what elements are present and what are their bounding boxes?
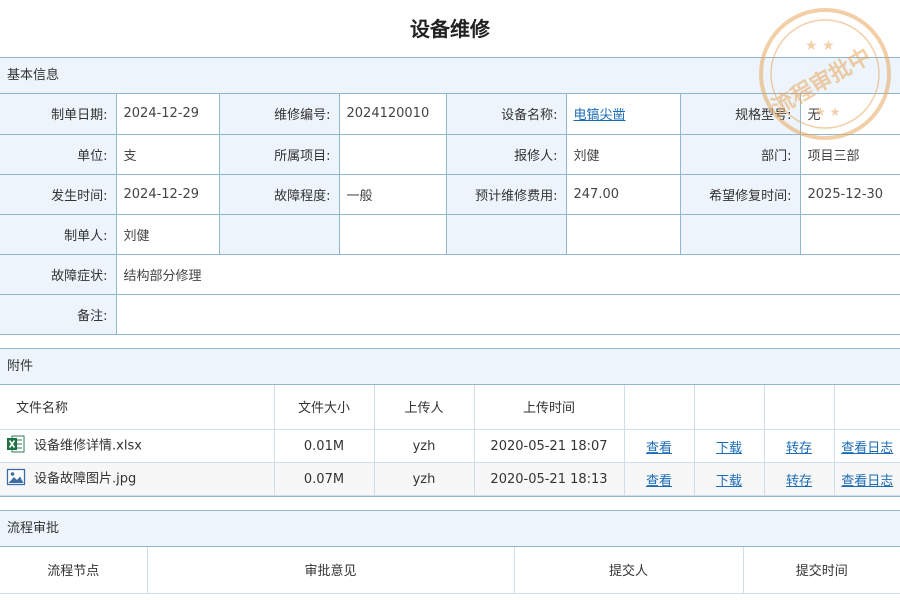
table-row: 设备故障图片.jpg 0.07M yzh 2020-05-21 18:13 查看… <box>0 462 900 496</box>
action-cell: 查看日志 <box>834 429 900 463</box>
model-label: 规格型号: <box>680 94 801 135</box>
basic-info-table: 制单日期: 2024-12-29 维修编号: 2024120010 设备名称: … <box>0 94 900 335</box>
save-link[interactable]: 转存 <box>786 441 812 456</box>
view-log-link[interactable]: 查看日志 <box>841 474 893 489</box>
flow-table: 流程节点 审批意见 提交人 提交时间 <box>0 547 900 594</box>
cost-label: 预计维修费用: <box>446 174 567 215</box>
project-value <box>339 134 447 175</box>
info-row: 备注: <box>0 294 900 335</box>
attachments-header-row: 文件名称 文件大小 上传人 上传时间 <box>0 384 900 430</box>
empty-value-cell <box>566 214 681 255</box>
attachments-table: 文件名称 文件大小 上传人 上传时间 设备维修详情.xlsx 0.01M yzh… <box>0 384 900 496</box>
dept-value: 项目三部 <box>800 134 900 175</box>
col-upload-time: 上传时间 <box>474 384 625 430</box>
section-spacer <box>0 335 900 349</box>
info-row: 故障症状: 结构部分修理 <box>0 254 900 295</box>
unit-value: 支 <box>116 134 220 175</box>
excel-file-icon <box>6 434 26 458</box>
file-size: 0.07M <box>274 462 375 496</box>
col-submitter: 提交人 <box>514 547 744 594</box>
empty-value-cell <box>339 214 447 255</box>
save-link[interactable]: 转存 <box>786 474 812 489</box>
symptom-value: 结构部分修理 <box>116 254 900 295</box>
action-cell: 查看 <box>624 462 695 496</box>
col-uploader: 上传人 <box>374 384 475 430</box>
file-uploader: yzh <box>374 429 475 463</box>
file-name-cell: 设备维修详情.xlsx <box>0 429 275 463</box>
info-row: 制单人: 刘健 <box>0 214 900 255</box>
project-label: 所属项目: <box>219 134 340 175</box>
view-link[interactable]: 查看 <box>646 474 672 489</box>
time-label: 发生时间: <box>0 174 117 215</box>
col-flow-node: 流程节点 <box>0 547 148 594</box>
attachments-header: 附件 <box>0 348 900 385</box>
download-link[interactable]: 下载 <box>716 441 742 456</box>
action-cell: 下载 <box>694 429 765 463</box>
col-action <box>764 384 835 430</box>
symptom-label: 故障症状: <box>0 254 117 295</box>
file-size: 0.01M <box>274 429 375 463</box>
empty-value-cell <box>800 214 900 255</box>
flow-header: 流程审批 <box>0 511 900 547</box>
download-link[interactable]: 下载 <box>716 474 742 489</box>
section-spacer <box>0 497 900 511</box>
model-value: 无 <box>800 94 900 135</box>
col-action <box>834 384 900 430</box>
device-label: 设备名称: <box>446 94 567 135</box>
device-link[interactable]: 电镐尖凿 <box>574 108 626 123</box>
file-uploader: yzh <box>374 462 475 496</box>
reporter-value: 刘健 <box>566 134 681 175</box>
reporter-label: 报修人: <box>446 134 567 175</box>
file-name: 设备故障图片.jpg <box>34 471 137 487</box>
note-value <box>116 294 900 335</box>
info-row: 制单日期: 2024-12-29 维修编号: 2024120010 设备名称: … <box>0 94 900 135</box>
page-title: 设备维修 <box>0 0 900 58</box>
date-value: 2024-12-29 <box>116 94 220 135</box>
attachments-wrap: 文件名称 文件大小 上传人 上传时间 设备维修详情.xlsx 0.01M yzh… <box>0 384 900 497</box>
device-cell: 电镐尖凿 <box>566 94 681 135</box>
unit-label: 单位: <box>0 134 117 175</box>
time-value: 2024-12-29 <box>116 174 220 215</box>
info-row: 单位: 支 所属项目: 报修人: 刘健 部门: 项目三部 <box>0 134 900 175</box>
action-cell: 转存 <box>764 429 835 463</box>
col-submit-time: 提交时间 <box>743 547 900 594</box>
table-row: 设备维修详情.xlsx 0.01M yzh 2020-05-21 18:07 查… <box>0 429 900 463</box>
note-label: 备注: <box>0 294 117 335</box>
col-action <box>624 384 695 430</box>
code-value: 2024120010 <box>339 94 447 135</box>
flow-header-row: 流程节点 审批意见 提交人 提交时间 <box>0 547 900 594</box>
cost-value: 247.00 <box>566 174 681 215</box>
creator-label: 制单人: <box>0 214 117 255</box>
view-log-link[interactable]: 查看日志 <box>841 441 893 456</box>
date-label: 制单日期: <box>0 94 117 135</box>
code-label: 维修编号: <box>219 94 340 135</box>
dept-label: 部门: <box>680 134 801 175</box>
expected-value: 2025-12-30 <box>800 174 900 215</box>
file-upload-time: 2020-05-21 18:13 <box>474 462 625 496</box>
action-cell: 下载 <box>694 462 765 496</box>
action-cell: 查看 <box>624 429 695 463</box>
col-file-size: 文件大小 <box>274 384 375 430</box>
col-opinion: 审批意见 <box>147 547 515 594</box>
col-action <box>694 384 765 430</box>
image-file-icon <box>6 467 26 491</box>
severity-label: 故障程度: <box>219 174 340 215</box>
file-name: 设备维修详情.xlsx <box>34 438 142 454</box>
severity-value: 一般 <box>339 174 447 215</box>
action-cell: 查看日志 <box>834 462 900 496</box>
basic-info-header: 基本信息 <box>0 58 900 94</box>
col-file-name: 文件名称 <box>0 384 275 430</box>
empty-label-cell <box>446 214 567 255</box>
action-cell: 转存 <box>764 462 835 496</box>
empty-label-cell <box>219 214 340 255</box>
file-upload-time: 2020-05-21 18:07 <box>474 429 625 463</box>
expected-label: 希望修复时间: <box>680 174 801 215</box>
info-row: 发生时间: 2024-12-29 故障程度: 一般 预计维修费用: 247.00… <box>0 174 900 215</box>
file-name-cell: 设备故障图片.jpg <box>0 462 275 496</box>
creator-value: 刘健 <box>116 214 220 255</box>
view-link[interactable]: 查看 <box>646 441 672 456</box>
empty-label-cell <box>680 214 801 255</box>
